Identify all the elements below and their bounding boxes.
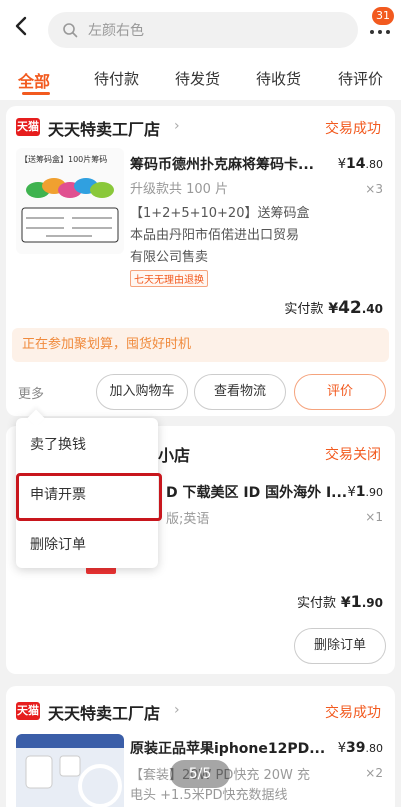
order-tabs: 全部 待付款 待发货 待收货 待评价 [0, 58, 401, 100]
highlight-box [16, 473, 162, 521]
shop-name[interactable]: 天天特卖工厂店 [48, 700, 160, 724]
price-decimal: .80 [365, 742, 384, 755]
product-price: ¥39.80 [338, 740, 383, 756]
tmall-logo: 天猫 [16, 702, 40, 720]
seller-info-2: 有限公司售卖 [130, 250, 209, 265]
price-decimal: .80 [365, 158, 384, 171]
shop-name[interactable]: 天天特卖工厂店 [48, 116, 160, 140]
chevron-right-icon: › [174, 702, 180, 718]
back-icon[interactable] [12, 14, 36, 42]
price-integer: 39 [346, 740, 366, 756]
product-desc: 【1+2+5+10+20】送筹码盒 [130, 206, 310, 221]
product-price: ¥14.80 [338, 156, 383, 172]
total-label: 实付款 [284, 302, 324, 317]
product-quantity: ×1 [365, 510, 383, 524]
total-integer: 1 [350, 592, 362, 611]
price-decimal: .90 [365, 486, 384, 499]
poker-chips-image [21, 178, 119, 243]
price-symbol: ¥ [347, 485, 356, 500]
product-quantity: ×3 [365, 182, 383, 196]
order-total: 实付款 ¥42.40 [284, 298, 383, 318]
seller-info: 本品由丹阳市佰偌进出口贸易 [130, 228, 300, 243]
total-symbol: ¥ [340, 595, 351, 611]
add-to-cart-button[interactable]: 加入购物车 [96, 374, 188, 410]
search-icon [63, 23, 78, 38]
top-bar: 左颜右色 31 [0, 0, 401, 58]
total-label: 实付款 [296, 596, 336, 611]
total-decimal: .40 [361, 302, 383, 316]
price-integer: 14 [346, 156, 366, 172]
active-tab-indicator [22, 92, 50, 95]
tab-all[interactable]: 全部 [18, 68, 50, 92]
tmall-logo: 天猫 [16, 118, 40, 136]
total-symbol: ¥ [328, 301, 339, 317]
order-card: 天猫 天天特卖工厂店 › 交易成功 原装正品苹果iphone12PD... ¥3… [6, 686, 395, 807]
chevron-right-icon: › [174, 118, 180, 134]
thumbnail-caption: 【送筹码盒】100片筹码 [20, 155, 108, 164]
price-symbol: ¥ [337, 157, 347, 172]
page-indicator: 5/5 [170, 760, 230, 788]
price-integer: 1 [355, 484, 366, 500]
search-input[interactable]: 左颜右色 [48, 12, 358, 48]
product-title[interactable]: D 下载美区 ID 国外海外 I... [166, 482, 346, 502]
tab-pending-review[interactable]: 待评价 [338, 68, 383, 89]
shop-name[interactable]: 小店 [158, 442, 190, 466]
order-card: 天猫 天天特卖工厂店 › 交易成功 【送筹码盒】100片筹码 筹码币德州扑克麻将… [6, 106, 395, 416]
delete-order-button[interactable]: 删除订单 [294, 628, 386, 664]
delete-order-menu-item[interactable]: 删除订单 [30, 534, 86, 554]
search-placeholder: 左颜右色 [88, 23, 144, 39]
return-policy-tag: 七天无理由退换 [130, 270, 208, 287]
promo-banner[interactable]: 正在参加聚划算，囤货好时机 [12, 328, 389, 362]
product-thumbnail[interactable] [16, 734, 124, 807]
product-spec: 升级款共 100 片 [130, 182, 229, 197]
order-status: 交易关闭 [325, 447, 381, 463]
review-button[interactable]: 评价 [294, 374, 386, 410]
tab-pending-receipt[interactable]: 待收货 [256, 68, 301, 89]
total-integer: 42 [338, 298, 362, 318]
product-price: ¥1.90 [347, 484, 383, 500]
charger-image [16, 734, 124, 807]
sell-item-menu-item[interactable]: 卖了换钱 [30, 434, 86, 454]
product-spec: 版;英语 [166, 512, 210, 527]
product-quantity: ×2 [365, 766, 383, 780]
message-badge: 31 [372, 7, 394, 25]
total-decimal: .90 [361, 596, 383, 610]
tab-pending-payment[interactable]: 待付款 [94, 68, 139, 89]
tab-pending-shipment[interactable]: 待发货 [175, 68, 220, 89]
view-logistics-button[interactable]: 查看物流 [194, 374, 286, 410]
price-symbol: ¥ [337, 741, 347, 756]
order-status: 交易成功 [325, 121, 381, 137]
order-total: 实付款 ¥1.90 [297, 592, 383, 611]
product-title[interactable]: 筹码币德州扑克麻将筹码卡... [130, 154, 340, 174]
product-thumbnail[interactable]: 【送筹码盒】100片筹码 [16, 148, 124, 254]
product-title[interactable]: 原装正品苹果iphone12PD... [130, 738, 340, 758]
order-status: 交易成功 [325, 705, 381, 721]
more-actions-link[interactable]: 更多 [18, 383, 44, 402]
